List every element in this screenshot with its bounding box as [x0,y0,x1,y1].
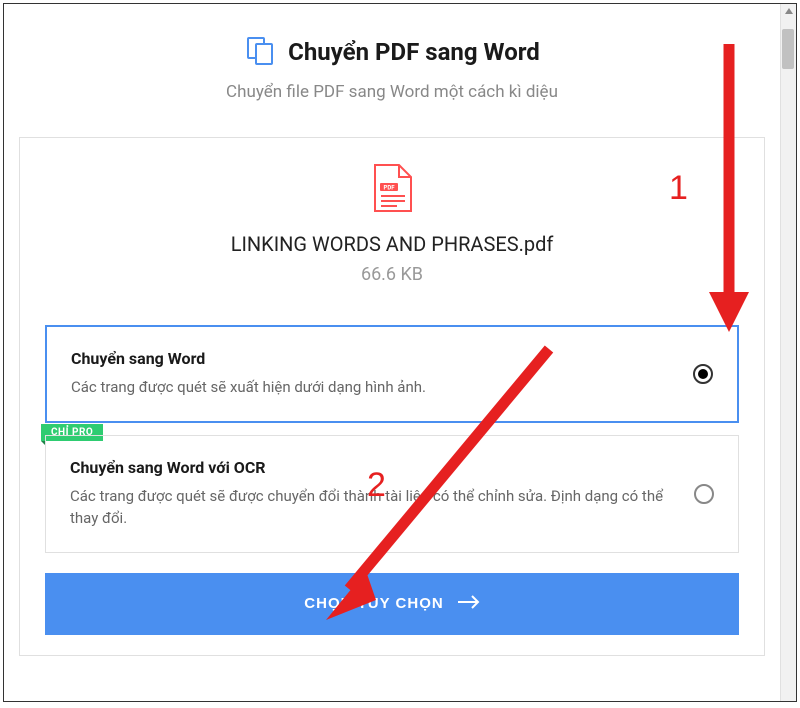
option-title: Chuyển sang Word [71,349,713,368]
option-title: Chuyển sang Word với OCR [70,458,714,477]
pdf-file-icon: PDF [45,163,739,217]
choose-option-button[interactable]: CHỌN TÙY CHỌN [45,573,739,635]
scroll-up-icon [785,8,793,14]
annotation-label-2: 2 [367,466,386,505]
file-name: LINKING WORDS AND PHRASES.pdf [45,232,739,256]
svg-text:PDF: PDF [383,185,395,192]
scrollbar-thumb[interactable] [782,29,794,69]
conversion-card: PDF LINKING WORDS AND PHRASES.pdf 66.6 K… [19,137,765,656]
option-desc: Các trang được quét sẽ xuất hiện dưới dạ… [71,376,713,399]
radio-selected[interactable] [693,364,713,384]
file-info: PDF LINKING WORDS AND PHRASES.pdf 66.6 K… [45,163,739,285]
page-subtitle: Chuyển file PDF sang Word một cách kì di… [19,82,765,102]
scrollbar[interactable] [780,4,796,701]
cta-label: CHỌN TÙY CHỌN [304,595,443,612]
option-convert-to-word-ocr[interactable]: Chuyển sang Word với OCR Các trang được … [45,435,739,553]
page-header: Chuyển PDF sang Word Chuyển file PDF san… [19,34,765,102]
pdf-to-word-icon [244,34,276,70]
arrow-right-icon [458,595,480,613]
file-size: 66.6 KB [45,264,739,285]
page-title: Chuyển PDF sang Word [288,38,540,66]
radio-unselected[interactable] [694,484,714,504]
option-desc: Các trang được quét sẽ được chuyển đổi t… [70,485,714,530]
option-convert-to-word[interactable]: Chuyển sang Word Các trang được quét sẽ … [45,325,739,423]
radio-dot-icon [698,369,708,379]
annotation-label-1: 1 [669,169,688,208]
